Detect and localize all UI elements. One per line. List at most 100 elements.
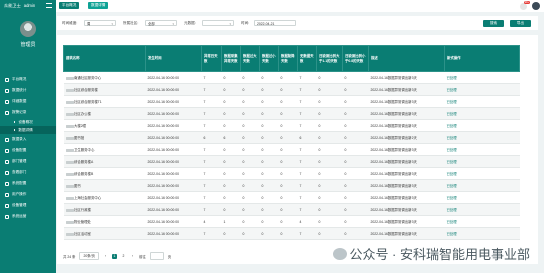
handle-link[interactable]: 已处理 xyxy=(447,196,457,200)
cell-text: 2022-04-16数据异常调出新3天 xyxy=(370,148,417,152)
handle-link[interactable]: 已处理 xyxy=(447,232,457,236)
action-cell: 已处理 xyxy=(444,83,520,96)
cell-text: 0 xyxy=(242,111,245,116)
cell-text: 0 xyxy=(242,219,245,224)
sidebar-item[interactable]: 报警记录 xyxy=(0,107,56,118)
sidebar-item[interactable]: 设备概况 xyxy=(0,118,56,126)
notification-badge: 99+ xyxy=(523,0,530,4)
time-dimension-label: 时间维度: xyxy=(62,21,78,25)
bell-icon[interactable]: 99+ xyxy=(520,0,530,10)
column-header[interactable]: 数据采集异常天数 xyxy=(221,45,241,72)
goto-page-input[interactable] xyxy=(149,252,164,260)
column-header[interactable]: 新式操作 xyxy=(444,45,520,72)
handle-link[interactable]: 已处理 xyxy=(447,88,457,92)
cell-text: 7 xyxy=(299,207,302,212)
table-cell: 0 xyxy=(221,143,241,156)
column-header[interactable]: 数据过大天数 xyxy=(240,45,260,72)
brand-name: 众能卫士 xyxy=(4,3,21,8)
table-cell: 0 xyxy=(221,203,241,216)
column-header[interactable]: 日缺测比例小于0.8的天数 xyxy=(342,45,369,72)
sidebar-item[interactable]: 平台概况 xyxy=(0,74,56,85)
table-cell: 0 xyxy=(240,155,260,168)
handle-link[interactable]: 已处理 xyxy=(447,220,457,224)
column-header[interactable]: 描述 xyxy=(368,45,445,72)
table-cell: 上海社会服务中心 xyxy=(63,191,146,204)
redaction-mark xyxy=(65,124,74,128)
sidebar-item[interactable]: 用户操作 xyxy=(0,189,56,200)
handle-link[interactable]: 已处理 xyxy=(447,124,457,128)
column-header[interactable]: 数据陡降天数 xyxy=(278,45,298,72)
cell-text: 0 xyxy=(280,111,283,116)
page-2-button[interactable]: 2 xyxy=(121,254,126,259)
handle-link[interactable]: 已处理 xyxy=(447,160,457,164)
cell-text: 南通社区服务中心 xyxy=(74,76,102,80)
handle-link[interactable]: 已处理 xyxy=(447,172,457,176)
cell-text: 0 xyxy=(242,75,245,80)
time-dimension-select[interactable]: 周 ▾ xyxy=(84,19,116,26)
prev-page-button[interactable]: ‹ xyxy=(103,254,108,259)
pagination: 共 24 条 20条/页 ‹ 1 2 › 前往 页 xyxy=(63,252,171,260)
table-cell: 0 xyxy=(240,95,260,108)
sidebar-item[interactable]: 设备管理 xyxy=(0,200,56,211)
sidebar-item[interactable]: 系统运营 xyxy=(0,211,56,222)
handle-link[interactable]: 已处理 xyxy=(447,148,457,152)
redaction-mark xyxy=(65,172,74,176)
menu-toggle-icon[interactable] xyxy=(46,3,53,8)
column-header[interactable]: 异常日天数 xyxy=(201,45,222,72)
column-header[interactable]: 日缺测比例大于1.1的天数 xyxy=(316,45,343,72)
sidebar-item[interactable]: 数据统计 xyxy=(0,85,56,96)
table-cell: 大楼2幢 xyxy=(63,119,146,132)
table-cell: 0 xyxy=(316,119,343,132)
search-button[interactable]: 搜索 xyxy=(483,19,504,27)
table-cell: 7 xyxy=(297,83,317,96)
page-1-button[interactable]: 1 xyxy=(111,253,117,259)
column-header[interactable]: 数据过小天数 xyxy=(259,45,279,72)
table-cell: 0 xyxy=(259,215,279,228)
column-header[interactable]: 无数据天数 xyxy=(297,45,317,72)
cell-text: 0 xyxy=(344,231,347,236)
cell-text: 0 xyxy=(318,135,321,140)
tab-overview[interactable]: 平台概况 xyxy=(59,2,80,9)
sidebar-item[interactable]: 数据录入 xyxy=(0,134,56,145)
user-avatar[interactable] xyxy=(532,2,540,10)
total-count: 共 24 条 xyxy=(63,254,76,259)
table-cell: 6 xyxy=(221,131,241,144)
handle-link[interactable]: 已处理 xyxy=(447,136,457,140)
metadata-select[interactable]: ▾ xyxy=(202,19,234,26)
handle-link[interactable]: 已处理 xyxy=(447,208,457,212)
sidebar-item[interactable]: 部门管理 xyxy=(0,156,56,167)
cell-text: 0 xyxy=(223,99,226,104)
sidebar-item[interactable]: 详细数据 xyxy=(0,96,56,107)
cell-text: 0 xyxy=(318,171,321,176)
action-cell: 已处理 xyxy=(444,155,520,168)
sidebar-item[interactable]: 数据详情 xyxy=(0,126,56,134)
cell-text: 2022-04-16 00:00:00 xyxy=(147,147,179,152)
table-cell: 0 xyxy=(240,83,260,96)
cell-text: 0 xyxy=(261,183,264,188)
table-cell: 7 xyxy=(201,71,222,84)
chevron-down-icon: ▾ xyxy=(229,21,231,26)
cell-text: 图书 xyxy=(74,184,81,188)
community-select[interactable]: 全部 ▾ xyxy=(145,19,177,26)
table-cell: 1 xyxy=(221,215,241,228)
handle-link[interactable]: 已处理 xyxy=(447,112,457,116)
sidebar-item[interactable]: 系统配置 xyxy=(0,178,56,189)
cell-text: 2022-04-16数据异常调出新3天 xyxy=(370,220,417,224)
table-cell: 0 xyxy=(316,131,343,144)
cell-text: 0 xyxy=(242,207,245,212)
handle-link[interactable]: 已处理 xyxy=(447,100,457,104)
next-page-button[interactable]: › xyxy=(130,254,135,259)
tab-data-detail[interactable]: 数据详情 xyxy=(88,2,109,9)
sidebar-item[interactable]: 查看部门 xyxy=(0,167,56,178)
table-cell: 0 xyxy=(342,203,369,216)
table-row: 上海社会服务中心 2022-04-16 00:00:00 7 0 0 0 0 7 0 0 2022-… xyxy=(63,191,520,204)
handle-link[interactable]: 已处理 xyxy=(447,184,457,188)
sidebar-item[interactable]: 设备配置 xyxy=(0,145,56,156)
export-button[interactable]: 导出 xyxy=(510,19,531,27)
column-header[interactable]: 建筑名称 xyxy=(63,45,146,72)
column-header[interactable]: 发生时间 xyxy=(145,45,202,72)
community-value: 全部 xyxy=(148,21,155,26)
date-picker[interactable]: 2022-04-21 xyxy=(254,19,296,26)
handle-link[interactable]: 已处理 xyxy=(447,76,457,80)
page-size-select[interactable]: 20条/页 xyxy=(79,252,99,260)
